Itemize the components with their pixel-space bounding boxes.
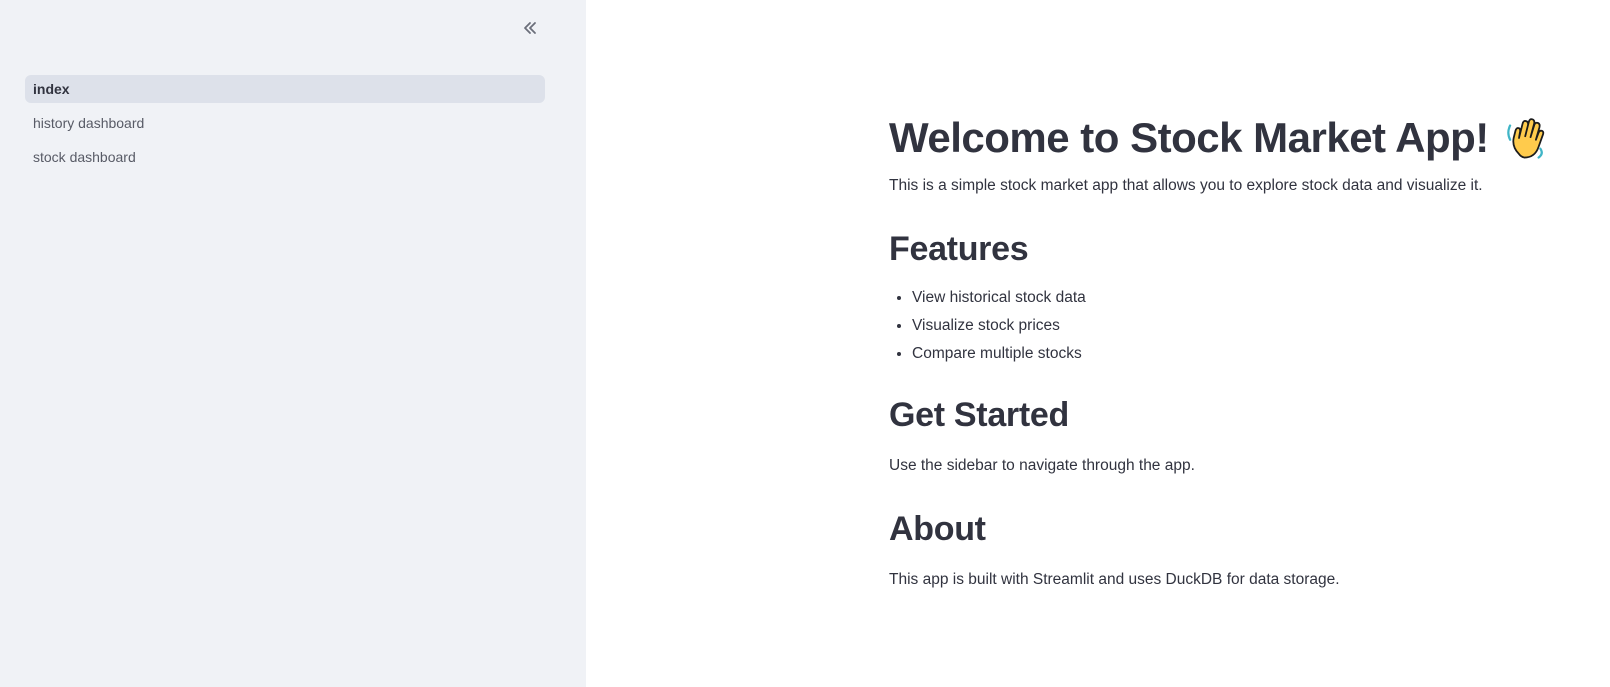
get-started-heading: Get Started: [889, 396, 1069, 434]
sidebar-item-label: history dashboard: [33, 115, 145, 131]
app-root: index history dashboard stock dashboard …: [0, 0, 1610, 687]
list-item: Visualize stock prices: [912, 314, 1549, 338]
main-content: Welcome to Stock Market App! This is a s…: [586, 0, 1610, 687]
features-heading: Features: [889, 230, 1029, 268]
intro-text: This is a simple stock market app that a…: [889, 177, 1483, 194]
sidebar-item-label: stock dashboard: [33, 149, 136, 165]
collapse-sidebar-button[interactable]: [516, 14, 544, 42]
get-started-text: Use the sidebar to navigate through the …: [889, 457, 1195, 474]
about-heading: About: [889, 510, 986, 548]
page-title-text: Welcome to Stock Market App!: [889, 114, 1489, 161]
list-item: Compare multiple stocks: [912, 342, 1549, 366]
sidebar-item-stock-dashboard[interactable]: stock dashboard: [25, 143, 545, 171]
sidebar-item-index[interactable]: index: [25, 75, 545, 103]
list-item: View historical stock data: [912, 286, 1549, 310]
features-list: View historical stock data Visualize sto…: [889, 286, 1549, 366]
sidebar-item-history-dashboard[interactable]: history dashboard: [25, 109, 545, 137]
sidebar-nav: index history dashboard stock dashboard: [25, 75, 545, 177]
sidebar-item-label: index: [33, 81, 70, 97]
sidebar: index history dashboard stock dashboard: [0, 0, 586, 687]
double-chevron-left-icon: [524, 22, 536, 34]
waving-hand-icon: [1507, 118, 1544, 159]
content-block: Welcome to Stock Market App! This is a s…: [889, 108, 1549, 592]
about-text: This app is built with Streamlit and use…: [889, 571, 1340, 588]
page-title: Welcome to Stock Market App!: [889, 108, 1549, 168]
